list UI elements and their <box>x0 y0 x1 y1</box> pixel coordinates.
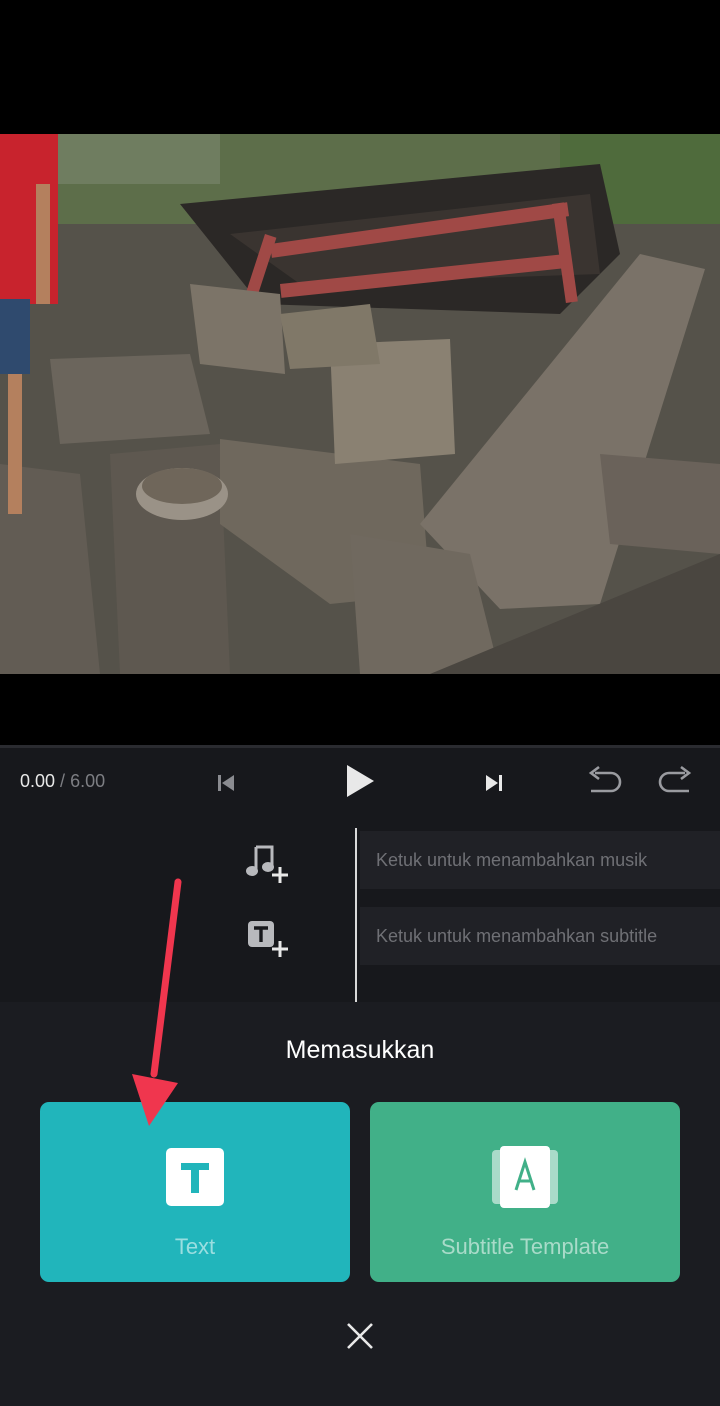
subtitle-template-icon <box>492 1146 558 1208</box>
redo-icon <box>658 765 692 793</box>
playback-progress-bar[interactable] <box>0 745 720 748</box>
music-add-icon <box>246 845 288 883</box>
redo-button[interactable] <box>654 761 698 801</box>
close-sheet-button[interactable] <box>342 1318 378 1354</box>
subtitle-track[interactable]: Ketuk untuk menambahkan subtitle <box>360 907 720 965</box>
timeline-playhead[interactable] <box>355 828 357 1003</box>
skip-next-button[interactable] <box>476 765 512 801</box>
add-subtitle-button[interactable] <box>244 917 292 961</box>
subtitle-track-placeholder: Ketuk untuk menambahkan subtitle <box>376 925 658 946</box>
time-display: 0.00 / 6.00 <box>20 771 105 792</box>
video-frame-image <box>0 134 720 674</box>
skip-previous-icon <box>218 775 234 791</box>
time-separator: / <box>55 771 71 791</box>
insert-subtitle-template-button[interactable]: Subtitle Template <box>370 1102 680 1282</box>
music-track-placeholder: Ketuk untuk menambahkan musik <box>376 849 648 870</box>
add-music-button[interactable] <box>244 841 292 885</box>
insert-text-button[interactable]: Text <box>40 1102 350 1282</box>
undo-icon <box>588 765 622 793</box>
play-icon <box>347 765 374 797</box>
music-track[interactable]: Ketuk untuk menambahkan musik <box>360 831 720 889</box>
insert-bottom-sheet: Memasukkan Text Subtitle Template <box>0 1002 720 1406</box>
insert-text-label: Text <box>174 1234 216 1259</box>
current-time: 0.00 <box>20 771 56 791</box>
text-icon <box>166 1148 224 1206</box>
undo-button[interactable] <box>582 761 626 801</box>
insert-subtitle-template-label: Subtitle Template <box>440 1234 610 1259</box>
text-add-icon <box>248 921 288 957</box>
total-time: 6.00 <box>70 771 106 791</box>
close-icon <box>347 1323 373 1349</box>
play-button[interactable] <box>338 759 382 803</box>
skip-next-icon <box>486 775 502 791</box>
video-preview[interactable] <box>0 134 720 674</box>
skip-previous-button[interactable] <box>208 765 244 801</box>
sheet-title: Memasukkan <box>285 1036 435 1064</box>
